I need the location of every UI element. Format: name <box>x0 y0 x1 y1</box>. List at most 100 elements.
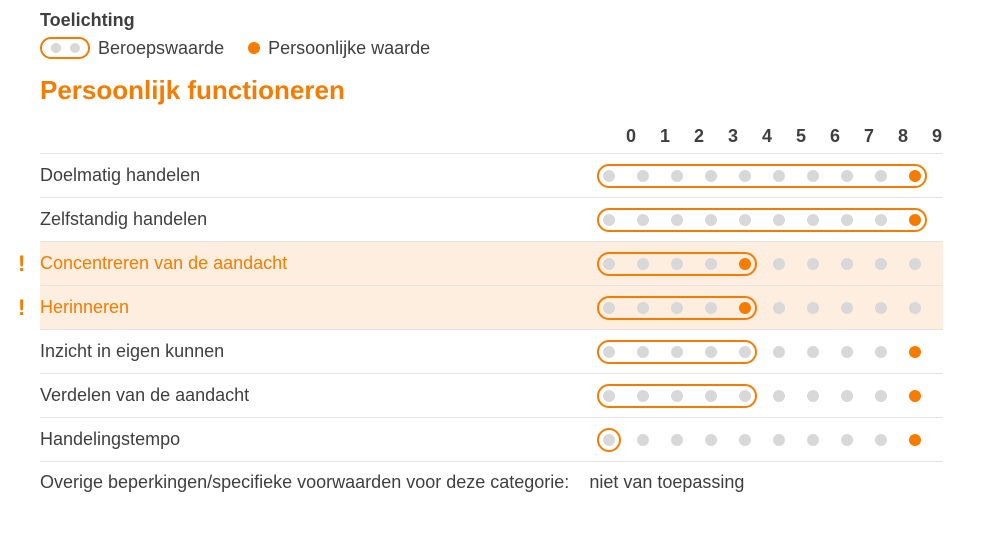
scale-dot[interactable] <box>637 434 649 446</box>
rating-scale[interactable] <box>603 302 943 314</box>
scale-dot[interactable] <box>705 170 717 182</box>
scale-dot[interactable] <box>671 258 683 270</box>
table-header: 0123456789 <box>40 120 943 154</box>
scale-dot[interactable] <box>875 390 887 402</box>
scale-dot[interactable] <box>841 390 853 402</box>
legend-professional-label: Beroepswaarde <box>98 38 224 59</box>
rating-table: 0123456789 Doelmatig handelenZelfstandig… <box>40 120 943 503</box>
scale-header-num: 4 <box>761 126 773 147</box>
scale-dot[interactable] <box>739 170 751 182</box>
scale-dot[interactable] <box>705 302 717 314</box>
scale-dot[interactable] <box>773 346 785 358</box>
scale-dot[interactable] <box>807 346 819 358</box>
scale-dot[interactable] <box>671 346 683 358</box>
row-label: Zelfstandig handelen <box>40 209 207 230</box>
scale-dot[interactable] <box>807 258 819 270</box>
scale-dot[interactable] <box>705 258 717 270</box>
table-row: !Concentreren van de aandacht <box>40 242 943 286</box>
scale-dot[interactable] <box>739 214 751 226</box>
scale-dot[interactable] <box>909 258 921 270</box>
scale-dot[interactable] <box>875 170 887 182</box>
scale-dot[interactable] <box>875 258 887 270</box>
scale-dot[interactable] <box>637 214 649 226</box>
scale-header-num: 5 <box>795 126 807 147</box>
scale-dot[interactable] <box>773 214 785 226</box>
scale-dot[interactable] <box>841 434 853 446</box>
personal-value-dot[interactable] <box>909 214 921 226</box>
scale-dot[interactable] <box>807 434 819 446</box>
scale-dot[interactable] <box>909 302 921 314</box>
scale-dot[interactable] <box>841 302 853 314</box>
scale-dot[interactable] <box>603 258 615 270</box>
scale-dot[interactable] <box>637 346 649 358</box>
scale-header-num: 8 <box>897 126 909 147</box>
scale-dot[interactable] <box>603 390 615 402</box>
rating-scale[interactable] <box>603 434 943 446</box>
footer-value: niet van toepassing <box>589 472 744 492</box>
scale-dot[interactable] <box>841 346 853 358</box>
rating-scale[interactable] <box>603 390 943 402</box>
scale-dot[interactable] <box>875 214 887 226</box>
scale-dot[interactable] <box>603 214 615 226</box>
scale-header-num: 0 <box>625 126 637 147</box>
personal-value-dot[interactable] <box>739 258 751 270</box>
scale-dot[interactable] <box>603 434 615 446</box>
scale-dot[interactable] <box>773 302 785 314</box>
scale-dot[interactable] <box>807 390 819 402</box>
scale-dot[interactable] <box>671 390 683 402</box>
rating-scale[interactable] <box>603 258 943 270</box>
legend-professional: Beroepswaarde <box>40 37 224 59</box>
footer-row: Overige beperkingen/specifieke voorwaard… <box>40 462 943 503</box>
scale-dot[interactable] <box>739 346 751 358</box>
scale-dot[interactable] <box>841 214 853 226</box>
scale-dot[interactable] <box>841 170 853 182</box>
row-label: Doelmatig handelen <box>40 165 200 186</box>
scale-dot[interactable] <box>807 214 819 226</box>
scale-dot[interactable] <box>875 302 887 314</box>
scale-header-num: 2 <box>693 126 705 147</box>
rating-scale[interactable] <box>603 214 943 226</box>
scale-dot[interactable] <box>637 390 649 402</box>
scale-dot[interactable] <box>603 302 615 314</box>
scale-dot[interactable] <box>807 170 819 182</box>
scale-dot[interactable] <box>875 346 887 358</box>
scale-dot[interactable] <box>603 170 615 182</box>
scale-dot[interactable] <box>671 214 683 226</box>
scale-header-num: 1 <box>659 126 671 147</box>
table-row: !Herinneren <box>40 286 943 330</box>
scale-dot[interactable] <box>705 346 717 358</box>
rating-scale[interactable] <box>603 170 943 182</box>
scale-dot[interactable] <box>637 170 649 182</box>
scale-dot[interactable] <box>705 434 717 446</box>
row-label: Verdelen van de aandacht <box>40 385 249 406</box>
scale-dot[interactable] <box>705 214 717 226</box>
scale-dot[interactable] <box>773 258 785 270</box>
scale-dot[interactable] <box>705 390 717 402</box>
scale-dot[interactable] <box>841 258 853 270</box>
scale-dot[interactable] <box>739 434 751 446</box>
personal-value-dot[interactable] <box>909 346 921 358</box>
legend-title: Toelichting <box>40 10 943 31</box>
scale-dot[interactable] <box>773 390 785 402</box>
scale-dot[interactable] <box>875 434 887 446</box>
scale-dot[interactable] <box>603 346 615 358</box>
rating-scale[interactable] <box>603 346 943 358</box>
scale-dot[interactable] <box>773 434 785 446</box>
personal-value-dot[interactable] <box>739 302 751 314</box>
scale-dot[interactable] <box>739 390 751 402</box>
scale-dot[interactable] <box>671 302 683 314</box>
scale-dot[interactable] <box>773 170 785 182</box>
scale-dot[interactable] <box>807 302 819 314</box>
personal-value-dot[interactable] <box>909 170 921 182</box>
scale-dot[interactable] <box>671 434 683 446</box>
scale-dot[interactable] <box>637 302 649 314</box>
personal-value-dot[interactable] <box>909 390 921 402</box>
row-label: Handelingstempo <box>40 429 180 450</box>
scale-dot[interactable] <box>671 170 683 182</box>
personal-value-dot[interactable] <box>909 434 921 446</box>
table-row: Handelingstempo <box>40 418 943 462</box>
alert-icon: ! <box>18 295 25 321</box>
footer-label: Overige beperkingen/specifieke voorwaard… <box>40 472 569 492</box>
scale-dot[interactable] <box>637 258 649 270</box>
legend: Beroepswaarde Persoonlijke waarde <box>40 37 943 59</box>
